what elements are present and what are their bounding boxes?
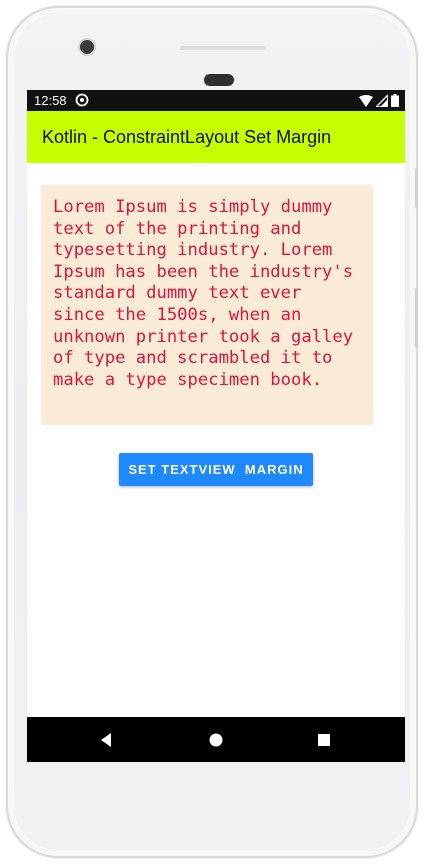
set-textview-margin-button[interactable]: SET TEXTVIEW MARGIN <box>119 453 313 486</box>
device-screen: 12:58 Kotlin - ConstraintLayout Set Marg… <box>27 90 405 762</box>
top-speaker-grille <box>180 46 266 50</box>
status-icons <box>359 94 399 107</box>
home-button[interactable] <box>203 727 229 753</box>
app-title: Kotlin - ConstraintLayout Set Margin <box>42 127 332 147</box>
content-area: Lorem Ipsum is simply dummy text of the … <box>27 163 405 717</box>
recents-icon <box>318 734 330 746</box>
wifi-icon <box>359 94 373 107</box>
battery-icon <box>391 94 399 107</box>
status-bar: 12:58 <box>27 90 405 111</box>
status-time: 12:58 <box>34 93 67 108</box>
earpiece-speaker <box>204 74 234 86</box>
back-button[interactable] <box>93 727 119 753</box>
front-camera-icon <box>80 40 94 54</box>
recents-button[interactable] <box>311 727 337 753</box>
lorem-textview: Lorem Ipsum is simply dummy text of the … <box>41 185 373 425</box>
app-bar: Kotlin - ConstraintLayout Set Margin <box>27 111 405 163</box>
back-icon <box>101 733 111 747</box>
volume-button <box>415 288 418 348</box>
signal-icon <box>376 94 388 107</box>
sync-icon <box>75 93 89 107</box>
power-button <box>415 168 418 208</box>
lorem-text: Lorem Ipsum is simply dummy text of the … <box>53 197 354 390</box>
navigation-bar <box>27 717 405 762</box>
home-icon <box>209 733 223 747</box>
